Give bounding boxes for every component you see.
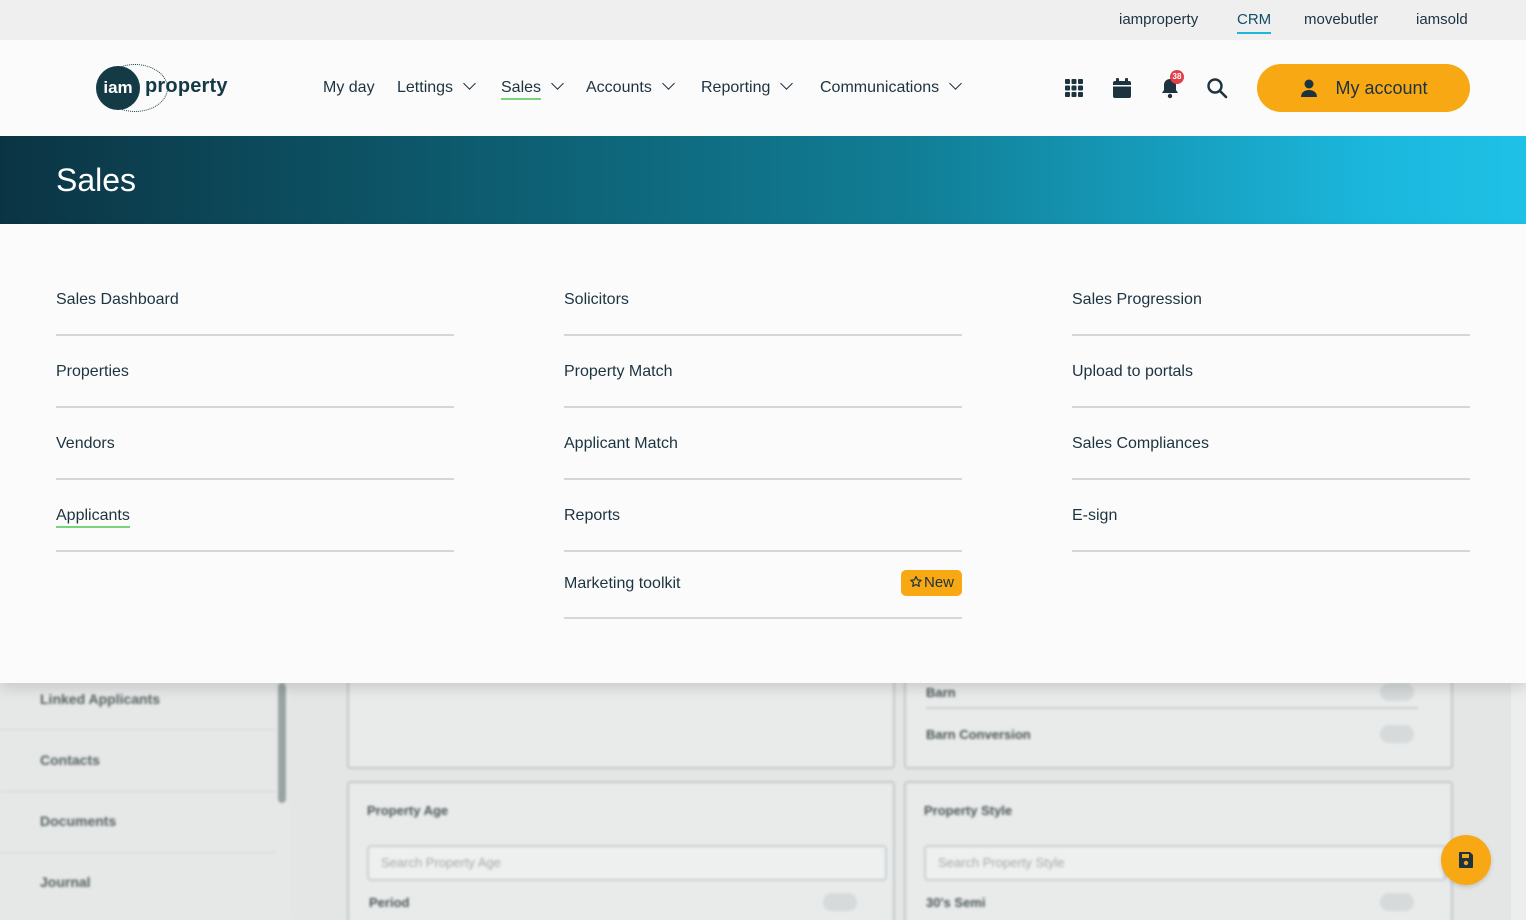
menu-item-upload-to-portals[interactable]: Upload to portals	[1072, 336, 1470, 408]
topbar-link-iamsold[interactable]: iamsold	[1416, 10, 1468, 30]
chevron-down-icon	[949, 77, 963, 90]
menu-item-applicants[interactable]: Applicants	[56, 480, 454, 552]
nav-my-day[interactable]: My day	[323, 78, 375, 98]
search-icon[interactable]	[1205, 76, 1229, 100]
sidebar-item-journal[interactable]: Journal	[40, 874, 91, 890]
nav-communications[interactable]: Communications	[820, 77, 963, 98]
my-account-label: My account	[1335, 77, 1428, 98]
logo[interactable]: iam property	[96, 64, 236, 112]
nav-label: Reporting	[701, 79, 771, 96]
chevron-down-icon	[780, 77, 794, 90]
page-title: Sales	[56, 162, 137, 198]
sidebar-item-linked-applicants[interactable]: Linked Applicants	[40, 691, 160, 707]
save-icon	[1459, 852, 1473, 868]
sidebar-item-documents[interactable]: Documents	[40, 813, 116, 829]
menu-item-marketing-toolkit[interactable]: Marketing toolkit New	[564, 552, 962, 619]
nav-label: Communications	[820, 79, 940, 96]
card-blank	[347, 677, 895, 769]
menu-item-sales-progression[interactable]: Sales Progression	[1072, 264, 1470, 336]
toggle-30s-semi[interactable]	[1380, 893, 1414, 911]
chevron-down-icon	[463, 77, 476, 90]
bell-icon[interactable]: 38	[1158, 70, 1184, 100]
divider	[0, 729, 275, 730]
menu-item-solicitors[interactable]: Solicitors	[564, 264, 962, 336]
nav-label: Sales	[501, 79, 542, 100]
topbar-link-crm[interactable]: CRM	[1237, 10, 1272, 34]
toggle-period[interactable]	[823, 893, 857, 911]
my-account-button[interactable]: My account	[1257, 64, 1470, 112]
toggle-barn[interactable]	[1380, 683, 1414, 701]
logo-text: property	[145, 75, 228, 97]
apps-grid-icon[interactable]	[1062, 76, 1086, 100]
divider	[0, 852, 275, 853]
option-30s-semi: 30's Semi	[926, 895, 986, 910]
menu-item-sales-dashboard[interactable]: Sales Dashboard	[56, 264, 454, 336]
option-barn-conversion: Barn Conversion	[926, 727, 1031, 742]
menu-column-2: Solicitors Property Match Applicant Matc…	[564, 264, 962, 619]
menu-item-reports[interactable]: Reports	[564, 480, 962, 552]
card-title: Property Style	[924, 803, 1013, 818]
sidebar-scrollbar[interactable]	[278, 683, 286, 803]
nav-label: Lettings	[397, 79, 454, 96]
logo-mark: iam	[96, 66, 140, 110]
card-property-age: Property Age Search Property Age Period	[347, 781, 895, 920]
notification-badge: 38	[1170, 70, 1184, 84]
divider	[926, 707, 1418, 709]
menu-item-e-sign[interactable]: E-sign	[1072, 480, 1470, 552]
divider	[0, 791, 275, 792]
card-property-type: Barn Barn Conversion	[904, 677, 1453, 769]
chevron-down-icon	[661, 77, 675, 90]
background-content: Linked Applicants Contacts Documents Jou…	[0, 677, 1526, 920]
save-button[interactable]	[1441, 835, 1491, 885]
chevron-down-icon	[551, 77, 564, 90]
nav-accounts[interactable]: Accounts	[586, 77, 675, 98]
menu-item-label: Marketing toolkit	[564, 575, 681, 592]
topbar-link-iamproperty[interactable]: iamproperty	[1119, 10, 1198, 30]
option-barn: Barn	[926, 685, 956, 700]
new-badge: New	[900, 570, 962, 596]
card-title: Property Age	[367, 803, 449, 818]
sales-mega-menu: Sales Dashboard Properties Vendors Appli…	[0, 224, 1526, 683]
section-banner: Sales	[0, 136, 1526, 224]
menu-item-vendors[interactable]: Vendors	[56, 408, 454, 480]
sidebar-item-contacts[interactable]: Contacts	[40, 752, 100, 768]
top-utility-bar: iamproperty CRM movebutler iamsold	[0, 0, 1526, 40]
sparkle-star-icon	[910, 575, 922, 587]
new-badge-label: New	[923, 574, 954, 591]
menu-item-applicant-match[interactable]: Applicant Match	[564, 408, 962, 480]
topbar-link-movebutler[interactable]: movebutler	[1304, 10, 1378, 30]
nav-reporting[interactable]: Reporting	[701, 77, 794, 98]
user-icon	[1301, 79, 1318, 97]
main-header: iam property My day Lettings Sales Accou…	[0, 40, 1526, 136]
calendar-icon[interactable]	[1110, 76, 1134, 100]
menu-column-3: Sales Progression Upload to portals Sale…	[1072, 264, 1470, 552]
nav-label: Accounts	[586, 79, 652, 96]
record-sidebar: Linked Applicants Contacts Documents Jou…	[0, 683, 290, 920]
search-property-age-input[interactable]: Search Property Age	[367, 845, 887, 881]
menu-item-properties[interactable]: Properties	[56, 336, 454, 408]
menu-column-1: Sales Dashboard Properties Vendors Appli…	[56, 264, 454, 552]
nav-lettings[interactable]: Lettings	[397, 77, 476, 98]
nav-label: My day	[323, 79, 375, 96]
menu-item-property-match[interactable]: Property Match	[564, 336, 962, 408]
menu-item-sales-compliances[interactable]: Sales Compliances	[1072, 408, 1470, 480]
search-property-style-input[interactable]: Search Property Style	[924, 845, 1446, 881]
card-property-style: Property Style Search Property Style 30'…	[904, 781, 1453, 920]
toggle-barn-conversion[interactable]	[1380, 725, 1414, 743]
menu-item-label: Applicants	[56, 507, 130, 528]
option-period: Period	[369, 895, 410, 910]
nav-sales[interactable]: Sales	[501, 77, 564, 100]
